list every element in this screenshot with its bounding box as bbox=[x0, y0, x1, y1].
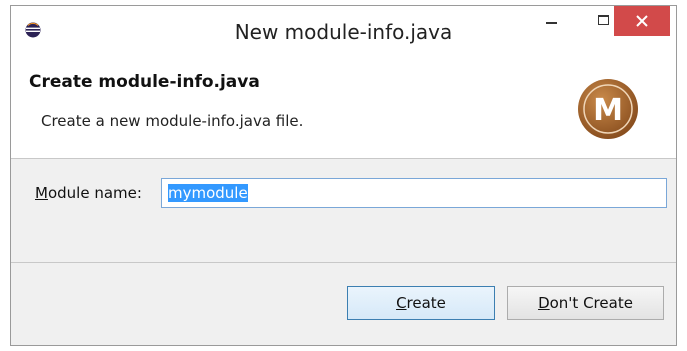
maximize-icon bbox=[597, 15, 609, 25]
dont-create-label: on't Create bbox=[549, 294, 633, 312]
module-m-icon: M bbox=[578, 79, 638, 139]
minimize-button[interactable] bbox=[531, 6, 571, 34]
module-name-value: mymodule bbox=[168, 184, 248, 202]
window-title: New module-info.java bbox=[234, 20, 453, 44]
module-name-row: Module name: mymodule bbox=[11, 178, 676, 210]
footer-separator bbox=[11, 262, 676, 263]
banner-description: Create a new module-info.java file. bbox=[41, 112, 304, 130]
module-name-input[interactable]: mymodule bbox=[161, 178, 667, 208]
close-icon bbox=[636, 15, 648, 27]
module-name-label: Module name: bbox=[35, 184, 142, 202]
create-label: reate bbox=[406, 294, 446, 312]
eclipse-icon bbox=[25, 22, 41, 38]
dont-create-mnemonic: D bbox=[538, 294, 550, 312]
banner-title: Create module-info.java bbox=[29, 72, 260, 92]
title-bar[interactable]: New module-info.java bbox=[11, 6, 676, 52]
create-button[interactable]: Create bbox=[347, 286, 495, 320]
dont-create-button[interactable]: Don't Create bbox=[507, 286, 664, 320]
close-button[interactable] bbox=[614, 6, 670, 36]
create-mnemonic: C bbox=[396, 294, 407, 312]
wizard-banner: Create module-info.java Create a new mod… bbox=[11, 52, 676, 159]
dialog-window: New module-info.java Create module-info.… bbox=[10, 5, 677, 346]
logo-letter: M bbox=[593, 93, 623, 128]
minimize-icon bbox=[545, 22, 557, 24]
module-name-label-text: odule name: bbox=[47, 184, 142, 202]
module-name-label-mnemonic: M bbox=[35, 184, 48, 202]
